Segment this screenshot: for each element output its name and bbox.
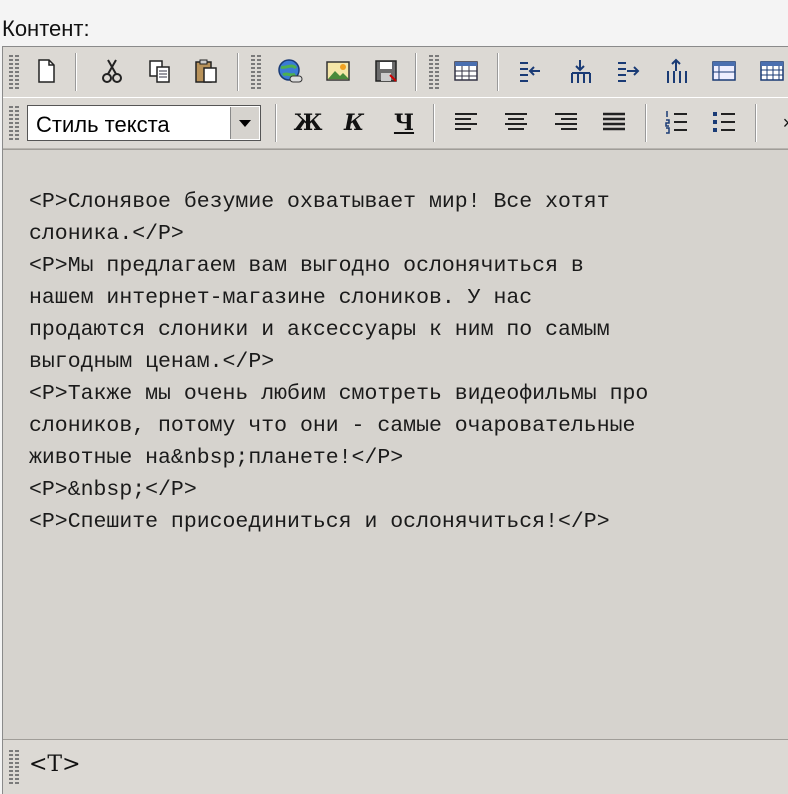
insert-column-left-button[interactable] bbox=[513, 54, 547, 88]
bold-button[interactable]: Ж bbox=[291, 108, 325, 138]
table-grid-button[interactable] bbox=[755, 54, 788, 88]
code-line: слоников, потому что они - самые очарова… bbox=[29, 414, 636, 438]
toolbar-grip bbox=[15, 750, 19, 784]
row-above-icon bbox=[667, 58, 687, 83]
insert-row-button[interactable] bbox=[563, 54, 597, 88]
code-line: <P>Спешите присоединиться и ослонячиться… bbox=[29, 510, 610, 534]
paste-icon bbox=[195, 59, 217, 83]
column-right-icon bbox=[618, 62, 640, 82]
code-line: <P>Мы предлагаем вам выгодно ослонячитьс… bbox=[29, 254, 584, 278]
content-label: Контент: bbox=[2, 16, 90, 41]
save-button[interactable] bbox=[369, 54, 403, 88]
mode-tag[interactable]: <T> bbox=[29, 752, 81, 777]
insert-image-button[interactable] bbox=[321, 54, 355, 88]
toolbar-grip bbox=[9, 750, 13, 784]
underline-button[interactable]: Ч bbox=[387, 108, 421, 138]
new-document-icon bbox=[38, 59, 55, 83]
more-button[interactable]: × bbox=[771, 108, 788, 138]
floppy-disk-icon bbox=[375, 60, 397, 82]
paste-button[interactable] bbox=[189, 54, 223, 88]
toolbar-separator bbox=[645, 104, 647, 142]
table-properties-icon bbox=[712, 61, 736, 81]
toolbar-grip[interactable] bbox=[257, 55, 261, 89]
code-line: слоника.</P> bbox=[29, 222, 184, 246]
new-document-button[interactable] bbox=[29, 54, 63, 88]
insert-table-button[interactable] bbox=[449, 54, 483, 88]
align-justify-icon bbox=[603, 112, 625, 131]
globe-link-icon bbox=[278, 59, 303, 83]
align-right-icon bbox=[555, 113, 577, 130]
row-insert-icon bbox=[571, 60, 591, 83]
text-style-value: Стиль текста bbox=[36, 112, 170, 137]
html-source-text: <P>Слонявое безумие охватывает мир! Все … bbox=[29, 186, 648, 538]
toolbar-separator bbox=[497, 53, 499, 91]
code-line: животные на&nbsp;планете!</P> bbox=[29, 446, 404, 470]
code-line: продаются слоники и аксессуары к ним по … bbox=[29, 318, 610, 342]
toolbar-grip[interactable] bbox=[9, 55, 13, 89]
align-left-icon bbox=[455, 113, 477, 130]
copy-icon bbox=[149, 60, 170, 83]
status-bar: <T> bbox=[3, 739, 788, 794]
align-center-button[interactable] bbox=[499, 105, 533, 139]
table-grid-icon bbox=[760, 61, 784, 81]
align-justify-button[interactable] bbox=[597, 105, 631, 139]
bullet-list-icon bbox=[713, 112, 735, 132]
toolbar-grip[interactable] bbox=[435, 55, 439, 89]
insert-column-right-button[interactable] bbox=[611, 54, 645, 88]
column-left-icon bbox=[520, 62, 540, 82]
code-line: выгодным ценам.</P> bbox=[29, 350, 275, 374]
italic-button[interactable]: К bbox=[337, 108, 371, 138]
toolbar-main bbox=[3, 47, 788, 98]
toolbar-grip[interactable] bbox=[9, 106, 13, 140]
toolbar-separator bbox=[415, 53, 417, 91]
toolbar-separator bbox=[75, 53, 77, 91]
text-style-select[interactable]: Стиль текста bbox=[27, 105, 261, 141]
image-icon bbox=[326, 61, 350, 81]
table-properties-button[interactable] bbox=[707, 54, 741, 88]
toolbar-grip[interactable] bbox=[429, 55, 433, 89]
code-line: <P>&nbsp;</P> bbox=[29, 478, 197, 502]
toolbar-grip[interactable] bbox=[251, 55, 255, 89]
table-icon bbox=[454, 61, 478, 81]
code-line: <P>Также мы очень любим смотреть видеофи… bbox=[29, 382, 649, 406]
html-source-textarea[interactable]: <P>Слонявое безумие охватывает мир! Все … bbox=[3, 149, 788, 740]
bullet-list-button[interactable] bbox=[707, 105, 741, 139]
toolbar-separator bbox=[755, 104, 757, 142]
toolbar-grip[interactable] bbox=[15, 55, 19, 89]
code-line: нашем интернет-магазине слоников. У нас bbox=[29, 286, 533, 310]
numbered-list-button[interactable] bbox=[659, 105, 693, 139]
numbered-list-icon bbox=[665, 111, 687, 134]
align-right-button[interactable] bbox=[549, 105, 583, 139]
align-left-button[interactable] bbox=[449, 105, 483, 139]
code-line: <P>Слонявое безумие охватывает мир! Все … bbox=[29, 190, 610, 214]
toolbar-separator bbox=[433, 104, 435, 142]
chevron-down-icon bbox=[239, 120, 251, 127]
toolbar-format: Стиль текста Ж К Ч × bbox=[3, 97, 788, 149]
align-center-icon bbox=[505, 113, 527, 130]
toolbar-separator bbox=[275, 104, 277, 142]
cut-button[interactable] bbox=[95, 54, 129, 88]
html-editor: Стиль текста Ж К Ч × <P>Слонявое безумие… bbox=[2, 46, 788, 794]
copy-button[interactable] bbox=[143, 54, 177, 88]
toolbar-grip[interactable] bbox=[15, 106, 19, 140]
dropdown-arrow[interactable] bbox=[230, 107, 259, 139]
scissors-icon bbox=[102, 59, 122, 83]
insert-link-button[interactable] bbox=[273, 54, 307, 88]
toolbar-separator bbox=[237, 53, 239, 91]
insert-row-above-button[interactable] bbox=[659, 54, 693, 88]
